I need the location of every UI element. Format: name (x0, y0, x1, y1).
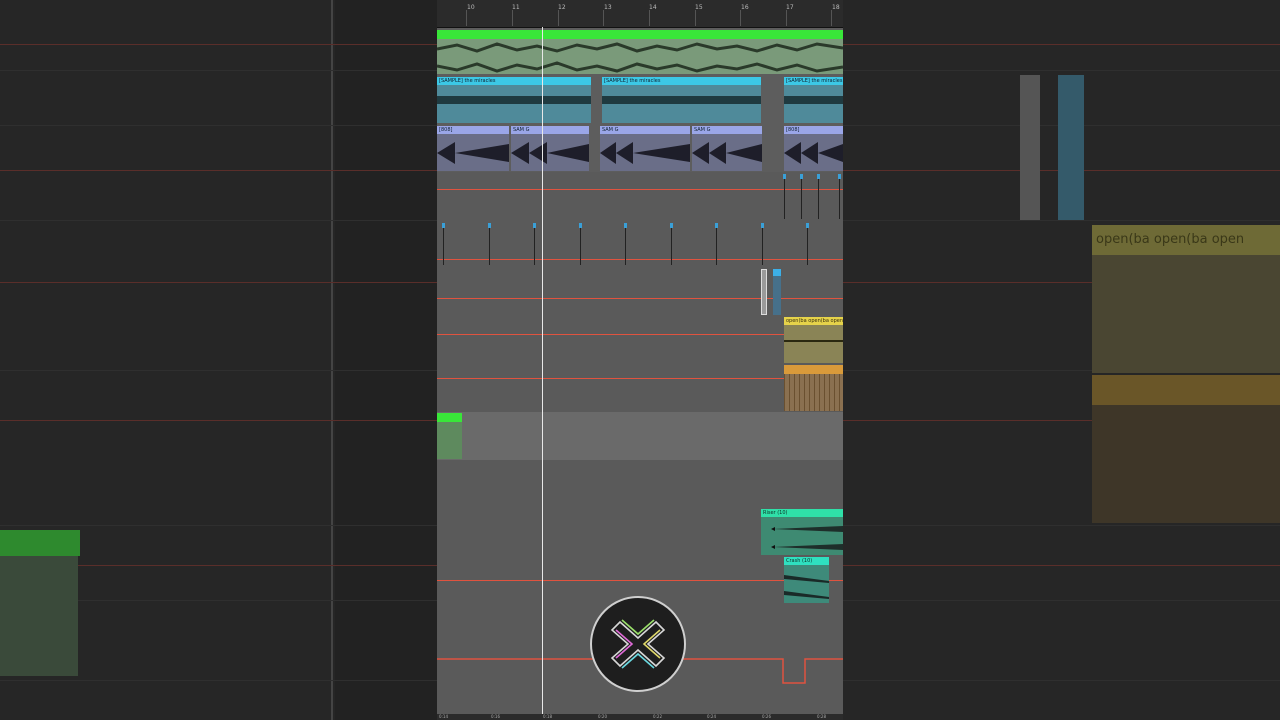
bar-number: 11 (512, 4, 520, 11)
drum-waveform (600, 142, 690, 164)
playhead[interactable] (542, 27, 543, 720)
automation-line[interactable] (437, 259, 843, 260)
background-yellow-clip: open(ba open(ba open (1092, 225, 1280, 255)
bar-number: 17 (786, 4, 794, 11)
drum-clip[interactable]: [808] (437, 126, 509, 171)
riser-clip[interactable]: Riser (10) (761, 509, 843, 555)
background-yellow-clip-body (1092, 255, 1280, 373)
bar-ruler[interactable]: 10 11 12 13 14 15 16 17 18 (437, 0, 843, 28)
background-marker (1020, 75, 1040, 220)
track-kick[interactable] (437, 220, 843, 269)
green-clip[interactable] (437, 413, 462, 459)
track-master-audio[interactable] (437, 28, 843, 76)
drum-waveform (511, 142, 589, 164)
background-marker-blue (1058, 75, 1084, 220)
background-green-clip-body (0, 556, 78, 676)
automation-line[interactable] (437, 189, 843, 190)
x-logo-icon (590, 596, 686, 692)
sample-clip[interactable]: [SAMPLE] the miracles (784, 77, 843, 123)
track-riser[interactable]: Riser (10) (437, 508, 843, 557)
time-label: 0:24 (707, 714, 716, 719)
track-fx[interactable] (437, 268, 843, 317)
automation-line[interactable] (437, 378, 843, 379)
track-green-group[interactable] (437, 412, 843, 461)
waveform (437, 42, 843, 73)
fx-clip[interactable] (761, 269, 767, 315)
background-orange-clip-body (1092, 405, 1280, 523)
crash-clip[interactable]: Crash (10) (784, 557, 829, 603)
fx-clip[interactable] (773, 269, 781, 315)
arrangement-view[interactable]: 10 11 12 13 14 15 16 17 18 [SAMPLE] the … (437, 0, 843, 720)
drum-clip[interactable]: [808] (784, 126, 843, 171)
time-label: 0:18 (543, 714, 552, 719)
background-divider (331, 0, 333, 720)
sample-clip[interactable]: [SAMPLE] the miracles (437, 77, 591, 123)
track-sample[interactable]: [SAMPLE] the miracles [SAMPLE] the mirac… (437, 75, 843, 125)
track-drums[interactable]: [808] SAM G SAM G SAM G [808] (437, 124, 843, 173)
time-label: 0:14 (439, 714, 448, 719)
time-label: 0:22 (653, 714, 662, 719)
bar-number: 13 (604, 4, 612, 11)
crash-waveform (784, 575, 829, 599)
bar-number: 12 (558, 4, 566, 11)
automation-line[interactable] (437, 580, 843, 581)
master-audio-clip[interactable] (437, 30, 843, 74)
time-label: 0:28 (817, 714, 826, 719)
background-orange-clip (1092, 375, 1280, 405)
automation-line[interactable] (437, 334, 843, 335)
bar-number: 14 (649, 4, 657, 11)
drum-waveform (784, 142, 843, 164)
riser-waveform (771, 526, 843, 550)
drum-clip[interactable]: SAM G (692, 126, 762, 171)
bar-number: 18 (832, 4, 840, 11)
bar-number: 15 (695, 4, 703, 11)
bar-number: 16 (741, 4, 749, 11)
drum-clip[interactable]: SAM G (600, 126, 690, 171)
drum-clip[interactable]: SAM G (511, 126, 589, 171)
time-ruler[interactable]: 0:14 0:16 0:18 0:20 0:22 0:24 0:26 0:28 (437, 714, 843, 720)
sample-clip[interactable]: [SAMPLE] the miracles (602, 77, 761, 123)
time-label: 0:16 (491, 714, 500, 719)
background-green-clip (0, 530, 80, 556)
drum-waveform (692, 142, 762, 164)
track-hits[interactable] (437, 172, 843, 221)
track-empty[interactable] (437, 460, 843, 509)
track-orange[interactable] (437, 364, 843, 413)
track-yellow[interactable]: open(ba open(ba open (437, 316, 843, 365)
time-label: 0:26 (762, 714, 771, 719)
automation-line[interactable] (437, 298, 843, 299)
drum-waveform (437, 142, 509, 164)
time-label: 0:20 (598, 714, 607, 719)
bar-number: 10 (467, 4, 475, 11)
orange-clip[interactable] (784, 365, 843, 411)
yellow-clip[interactable]: open(ba open(ba open (784, 317, 843, 363)
